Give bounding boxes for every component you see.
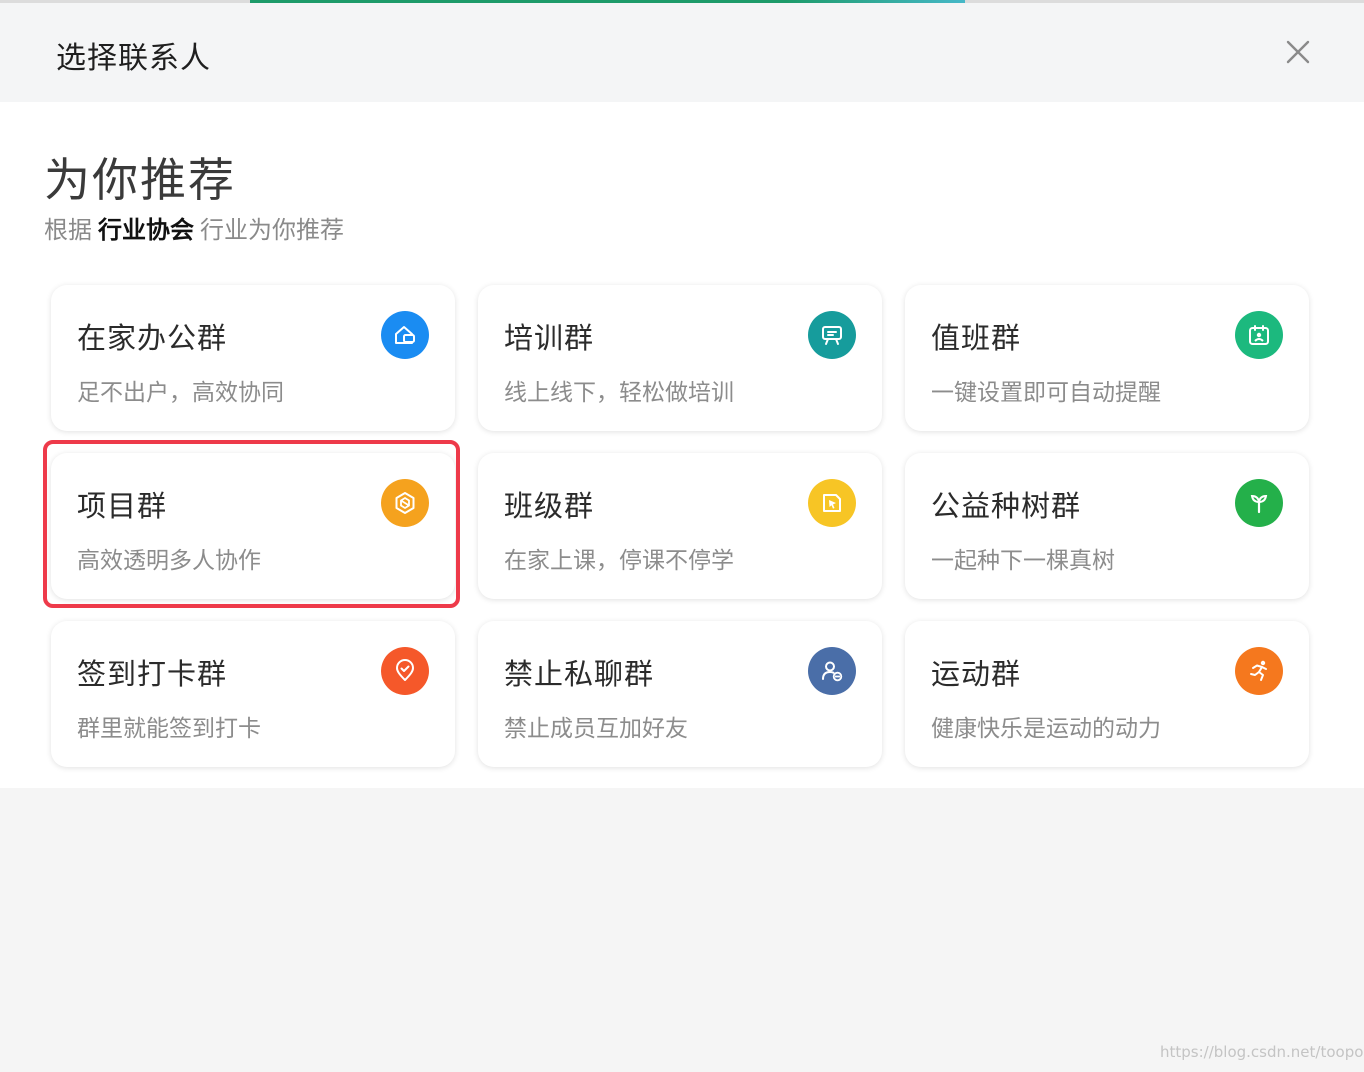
sprout-icon bbox=[1235, 479, 1283, 527]
card-name: 培训群 bbox=[504, 321, 595, 355]
home-office-icon bbox=[381, 311, 429, 359]
close-button[interactable] bbox=[1282, 36, 1314, 68]
card-desc: 禁止成员互加好友 bbox=[504, 716, 688, 742]
card-desc: 一起种下一棵真树 bbox=[931, 548, 1115, 574]
group-card-duty[interactable]: 值班群 一键设置即可自动提醒 bbox=[905, 285, 1309, 431]
group-card-project[interactable]: 项目群 高效透明多人协作 bbox=[51, 453, 455, 599]
card-desc: 群里就能签到打卡 bbox=[77, 716, 261, 742]
card-desc: 高效透明多人协作 bbox=[77, 548, 261, 574]
watermark: https://blog.csdn.net/toopoo bbox=[1160, 1043, 1364, 1061]
presentation-board-icon bbox=[808, 311, 856, 359]
card-name: 公益种树群 bbox=[931, 489, 1082, 523]
subtitle-suffix: 行业为你推荐 bbox=[200, 216, 344, 244]
duty-calendar-icon bbox=[1235, 311, 1283, 359]
recommend-subtitle: 根据 行业协会 行业为你推荐 bbox=[44, 210, 344, 245]
recommend-title: 为你推荐 bbox=[44, 153, 236, 207]
group-card-home-office[interactable]: 在家办公群 足不出户，高效协同 bbox=[51, 285, 455, 431]
dialog-header: 选择联系人 bbox=[0, 3, 1364, 102]
subtitle-prefix: 根据 bbox=[44, 216, 92, 244]
group-card-check-in[interactable]: 签到打卡群 群里就能签到打卡 bbox=[51, 621, 455, 767]
check-location-icon bbox=[381, 647, 429, 695]
group-card-training[interactable]: 培训群 线上线下，轻松做培训 bbox=[478, 285, 882, 431]
card-name: 值班群 bbox=[931, 321, 1022, 355]
group-card-no-private-chat[interactable]: 禁止私聊群 禁止成员互加好友 bbox=[478, 621, 882, 767]
close-icon bbox=[1286, 40, 1310, 64]
project-hexagon-icon bbox=[381, 479, 429, 527]
card-desc: 一键设置即可自动提醒 bbox=[931, 380, 1161, 406]
user-block-icon bbox=[808, 647, 856, 695]
card-desc: 足不出户，高效协同 bbox=[77, 380, 284, 406]
card-desc: 线上线下，轻松做培训 bbox=[504, 380, 734, 406]
card-name: 运动群 bbox=[931, 657, 1022, 691]
card-name: 班级群 bbox=[504, 489, 595, 523]
group-card-sports[interactable]: 运动群 健康快乐是运动的动力 bbox=[905, 621, 1309, 767]
card-name: 在家办公群 bbox=[77, 321, 228, 355]
group-card-class[interactable]: 班级群 在家上课，停课不停学 bbox=[478, 453, 882, 599]
card-desc: 健康快乐是运动的动力 bbox=[931, 716, 1161, 742]
card-desc: 在家上课，停课不停学 bbox=[504, 548, 734, 574]
dialog-body: 为你推荐 根据 行业协会 行业为你推荐 在家办公群 足不出户，高效协同 培训群 线上… bbox=[0, 102, 1364, 788]
card-name: 禁止私聊群 bbox=[504, 657, 655, 691]
card-name: 项目群 bbox=[77, 489, 168, 523]
subtitle-industry: 行业协会 bbox=[98, 216, 194, 244]
dialog-title: 选择联系人 bbox=[56, 41, 211, 76]
card-name: 签到打卡群 bbox=[77, 657, 228, 691]
running-icon bbox=[1235, 647, 1283, 695]
group-card-tree-planting[interactable]: 公益种树群 一起种下一棵真树 bbox=[905, 453, 1309, 599]
book-pointer-icon bbox=[808, 479, 856, 527]
